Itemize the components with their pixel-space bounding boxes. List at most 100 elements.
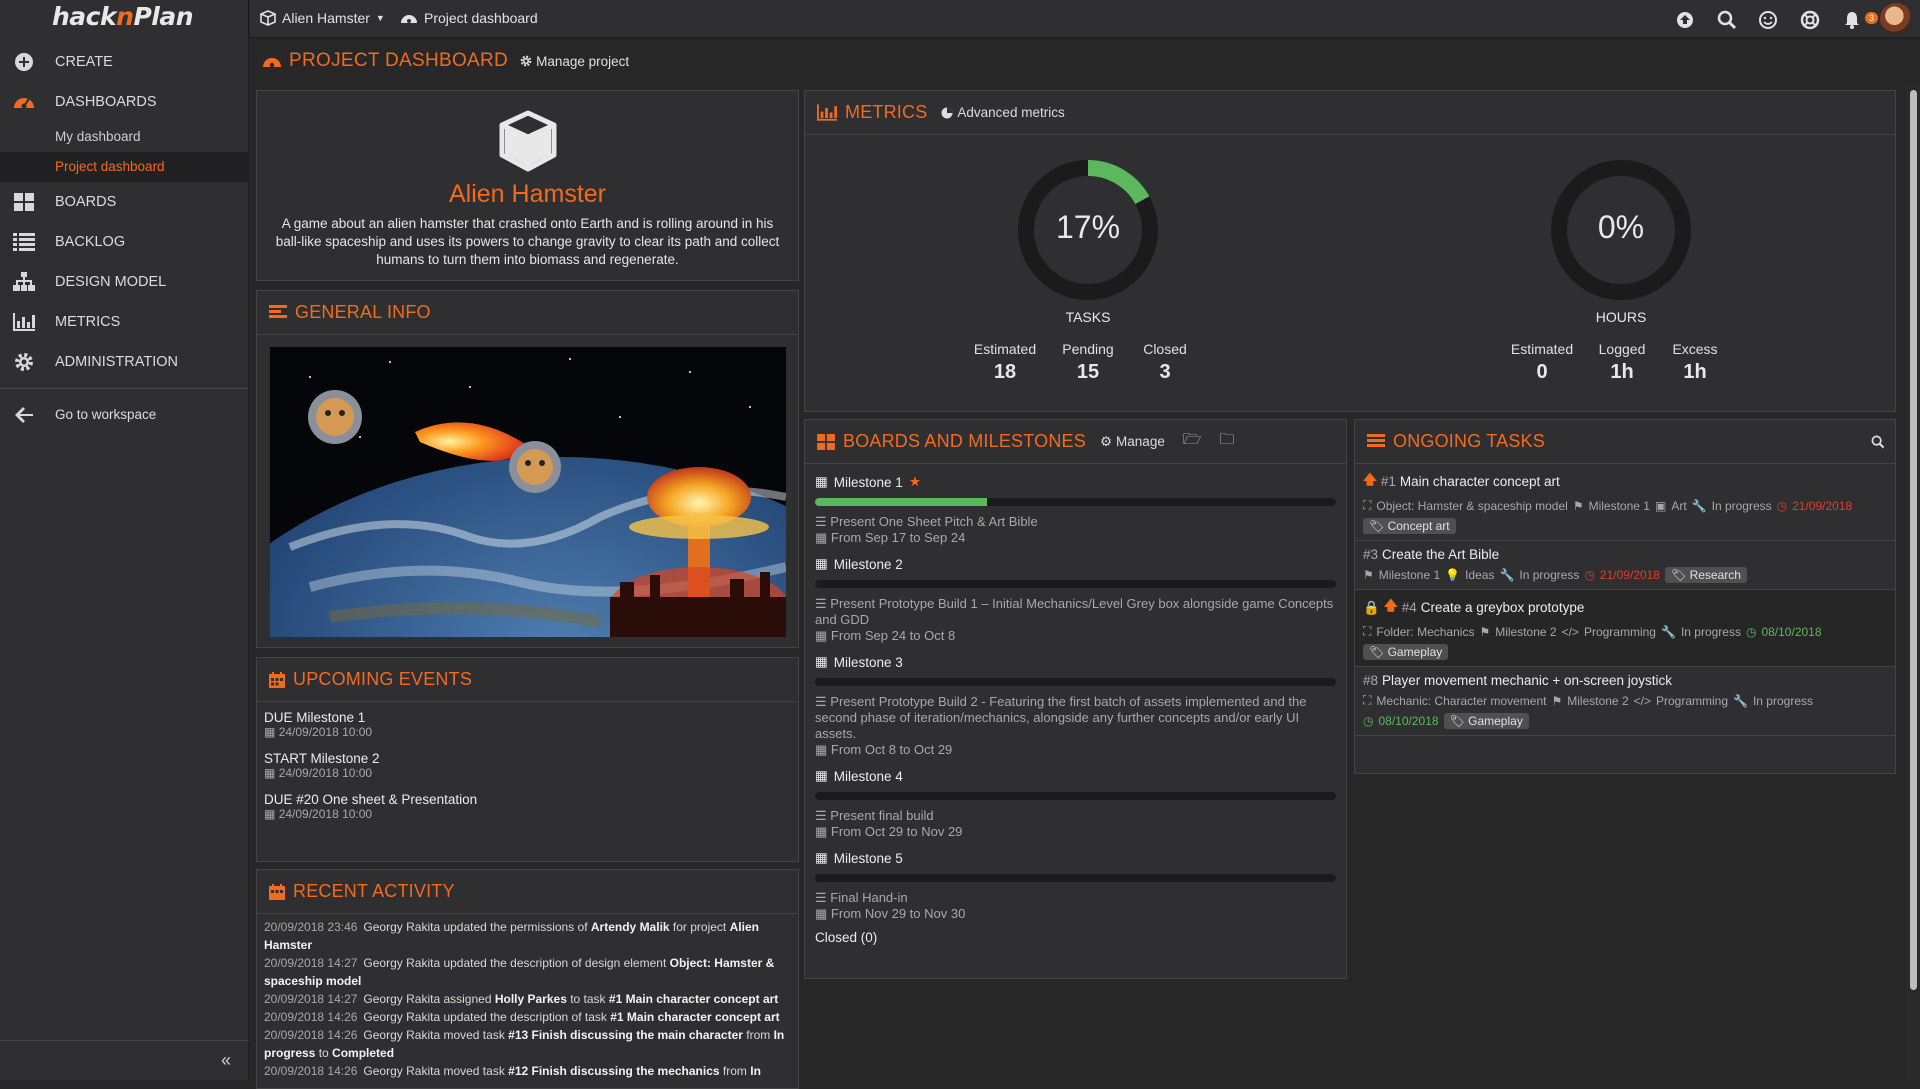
task-tag[interactable]: 🏷 Gameplay [1443, 713, 1529, 729]
task-design-element: Object: Hamster & spaceship model [1376, 498, 1568, 513]
sidebar-item-my-dashboard[interactable]: My dashboard [0, 122, 248, 152]
task-milestone: Milestone 2 [1567, 693, 1629, 708]
activity-text: Georgy Rakita updated the description of… [363, 956, 670, 970]
folder-open-icon[interactable]: 🗁 [1183, 429, 1202, 454]
sidebar-item-label: BACKLOG [55, 234, 126, 250]
task-name: Create the Art Bible [1382, 547, 1500, 562]
task-tag[interactable]: 🏷 Research [1664, 567, 1747, 583]
hacknplan-logo[interactable]: hacknPlan [0, 0, 248, 37]
task-status: In progress [1711, 498, 1772, 513]
stat-label: Estimated [973, 341, 1037, 357]
event-date-text: 24/09/2018 10:00 [278, 766, 373, 780]
project-name: Alien Hamster [282, 10, 370, 26]
activity-timestamp: 20/09/2018 14:27 [264, 956, 358, 970]
scrollbar-thumb[interactable] [1910, 90, 1917, 990]
stat-label: Logged [1598, 341, 1646, 357]
task-item[interactable]: 🡅 #1 Main character concept art ⛶ Object: H… [1355, 464, 1895, 541]
event-name: DUE Milestone 1 [264, 710, 366, 725]
event-item[interactable]: DUE #20 One sheet & Presentation ▦ 24/09/… [257, 780, 798, 821]
calendar-icon: ▦ [815, 530, 828, 545]
milestone-item[interactable]: ▦ Milestone 5 ☰ Final Hand-in ▦ From Nov 29… [805, 848, 1346, 922]
sidebar-item-go-to-workspace[interactable]: Go to workspace [0, 395, 248, 435]
align-left-icon: ☰ [815, 596, 827, 611]
sidebar-item-dashboards[interactable]: DASHBOARDS [0, 82, 248, 122]
task-tag[interactable]: 🏷 Concept art [1363, 518, 1456, 534]
user-avatar[interactable] [1880, 3, 1912, 35]
align-left-icon: ☰ [815, 694, 827, 709]
project-selector[interactable]: Alien Hamster ▼ [260, 10, 385, 26]
advanced-metrics-link[interactable]: Advanced metrics [941, 105, 1065, 120]
sidebar-item-boards[interactable]: BOARDS [0, 182, 248, 222]
sidebar-item-project-dashboard[interactable]: Project dashboard [0, 152, 248, 182]
activity-task-link[interactable]: #12 Finish discussing the mechanics [508, 1064, 719, 1078]
milestone-item[interactable]: ▦ Milestone 1 ★ ☰ Present One Sheet Pitch &… [805, 472, 1346, 546]
tasks-label: TASKS [1065, 309, 1111, 325]
star-icon[interactable]: ★ [909, 474, 921, 490]
task-category: Programming [1655, 693, 1729, 708]
tag-label: Research [1689, 568, 1741, 582]
gear-icon [520, 55, 532, 67]
metrics-panel: METRICS Advanced metrics 17% TASKS Estim… [804, 90, 1896, 412]
metrics-header: METRICS Advanced metrics [805, 91, 1895, 135]
task-item[interactable]: #8 Player movement mechanic + on-screen j… [1355, 667, 1895, 736]
sidebar-item-backlog[interactable]: BACKLOG [0, 222, 248, 262]
milestone-description: Present Prototype Build 2 - Featuring th… [815, 694, 1307, 741]
activity-user-link[interactable]: Holly Parkes [495, 992, 567, 1006]
hours-excess-stat: Excess 1h [1663, 341, 1727, 384]
upload-icon[interactable] [1675, 10, 1695, 30]
task-due-date: 21/09/2018 [1792, 498, 1853, 513]
logo-text-right: Plan [133, 2, 193, 31]
search-icon[interactable] [1871, 435, 1885, 449]
activity-text: from [719, 1064, 751, 1078]
task-status: In progress [1680, 624, 1741, 639]
main-scrollbar[interactable] [1906, 84, 1920, 1080]
task-item[interactable]: 🔒 🡅 #4 Create a greybox prototype ⛶ Folder: … [1355, 590, 1895, 667]
flag-icon: ⚑ [1551, 693, 1563, 708]
activity-text: Georgy Rakita moved task [363, 1028, 509, 1042]
event-item[interactable]: START Milestone 2 ▦ 24/09/2018 10:00 [257, 739, 798, 780]
activity-timestamp: 20/09/2018 14:26 [264, 1064, 358, 1078]
bell-icon[interactable] [1842, 10, 1862, 30]
dashboard-selector[interactable]: Project dashboard [400, 10, 538, 26]
manage-boards-link[interactable]: ⚙ Manage [1100, 434, 1165, 450]
project-cover-image [270, 347, 786, 637]
sidebar-item-metrics[interactable]: METRICS [0, 302, 248, 342]
event-item[interactable]: DUE Milestone 1 ▦ 24/09/2018 10:00 [257, 704, 798, 739]
metrics-title: METRICS [845, 102, 928, 122]
search-icon[interactable] [1717, 10, 1737, 30]
list-icon [1367, 433, 1385, 447]
smiley-icon[interactable] [1758, 10, 1778, 30]
milestone-item[interactable]: ▦ Milestone 4 ☰ Present final build ▦ From … [805, 766, 1346, 840]
general-info-title: GENERAL INFO [295, 302, 431, 322]
stat-label: Excess [1672, 341, 1718, 357]
sidebar-item-design-model[interactable]: DESIGN MODEL [0, 262, 248, 302]
sidebar-item-label: METRICS [55, 314, 121, 330]
activity-task-link[interactable]: #1 Main character concept art [610, 1010, 779, 1024]
general-info-panel: GENERAL INFO [256, 290, 799, 648]
milestone-progress-bar [815, 874, 1336, 882]
help-lifebuoy-icon[interactable] [1800, 10, 1820, 30]
activity-timestamp: 20/09/2018 14:27 [264, 992, 358, 1006]
milestone-item[interactable]: ▦ Milestone 2 ☰ Present Prototype Build 1 … [805, 554, 1346, 644]
align-left-icon: ☰ [815, 808, 827, 823]
manage-project-link[interactable]: Manage project [520, 54, 629, 69]
ongoing-tasks-title: ONGOING TASKS [1393, 431, 1545, 451]
project-description: A game about an alien hamster that crash… [275, 216, 780, 267]
tag-label: Concept art [1387, 519, 1450, 533]
task-item[interactable]: #3 Create the Art Bible ⚑ Milestone 1 💡 Idea… [1355, 541, 1895, 590]
sidebar-item-create[interactable]: CREATE [0, 42, 248, 82]
task-tag[interactable]: 🏷 Gameplay [1363, 644, 1449, 660]
align-left-icon: ☰ [815, 514, 827, 529]
closed-milestones-link[interactable]: Closed (0) [805, 922, 1346, 953]
activity-user-link[interactable]: Artendy Malik [591, 920, 670, 934]
sidebar-item-administration[interactable]: ADMINISTRATION [0, 342, 248, 382]
milestone-item[interactable]: ▦ Milestone 3 ☰ Present Prototype Build 2 … [805, 652, 1346, 758]
activity-stage: In [750, 1064, 761, 1078]
activity-task-link[interactable]: #1 Main character concept art [609, 992, 778, 1006]
boards-icon [817, 433, 835, 450]
folder-icon[interactable]: 🗀 [1219, 429, 1234, 454]
tasks-estimated-stat: Estimated 18 [970, 341, 1040, 384]
activity-task-link[interactable]: #13 Finish discussing the main character [508, 1028, 743, 1042]
dashboard-name: Project dashboard [424, 10, 538, 26]
collapse-sidebar-button[interactable]: « [0, 1040, 249, 1080]
